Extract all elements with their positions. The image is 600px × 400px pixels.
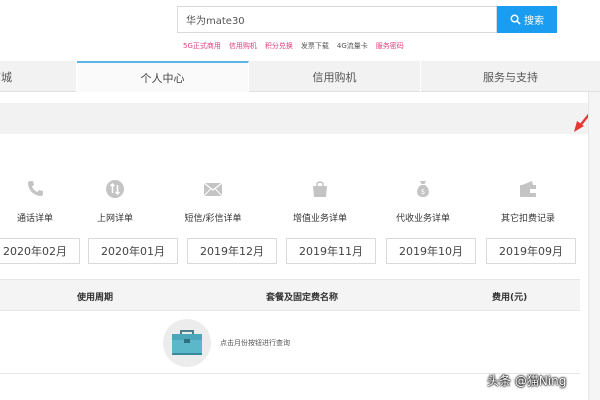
search-icon	[510, 14, 521, 25]
table-header: 使用周期 套餐及固定费名称 费用(元)	[0, 279, 580, 311]
column-header-package-name: 套餐及固定费名称	[266, 293, 339, 303]
wallet-icon	[520, 181, 536, 197]
category-other-charges[interactable]: 其它扣费记录	[483, 178, 573, 225]
nav-tab-label: 信用购机	[312, 70, 357, 84]
month-button-2019-11[interactable]: 2019年11月	[286, 238, 376, 264]
month-label: 2019年11月	[299, 245, 363, 258]
month-label: 2019年09月	[499, 245, 563, 258]
quick-link-points-exchange[interactable]: 积分兑换	[265, 41, 293, 51]
category-label: 上网详单	[96, 214, 133, 224]
category-label: 通话详单	[16, 214, 53, 224]
phone-icon	[28, 181, 43, 196]
svg-text:$: $	[421, 188, 425, 196]
nav-tab-credit-purchase[interactable]: 信用购机	[249, 61, 421, 92]
category-collection-detail[interactable]: $ 代收业务详单	[378, 178, 468, 225]
breadcrumb-bar	[0, 103, 588, 134]
category-call-detail[interactable]: 通话详单	[0, 178, 80, 225]
month-label: 2020年02月	[3, 245, 67, 258]
money-bag-icon: $	[417, 181, 429, 197]
nav-tab-label: 商城	[0, 70, 12, 84]
main-nav: 商城 个人中心 信用购机 服务与支持	[0, 61, 600, 92]
search-button-label: 搜索	[524, 16, 544, 27]
data-transfer-icon	[106, 180, 124, 198]
quick-link-credit-purchase[interactable]: 信用购机	[229, 41, 257, 51]
nav-tab-mall[interactable]: 商城	[0, 61, 77, 92]
month-label: 2020年01月	[101, 245, 165, 258]
search-input[interactable]	[177, 6, 497, 33]
category-value-added-detail[interactable]: 增值业务详单	[275, 178, 365, 225]
quick-link-5g[interactable]: 5G正式商用	[183, 41, 221, 51]
nav-tab-service-support[interactable]: 服务与支持	[421, 61, 600, 92]
toolbox-icon	[163, 319, 211, 367]
quick-link-service-password[interactable]: 服务密码	[376, 41, 404, 51]
search-button[interactable]: 搜索	[497, 6, 557, 33]
empty-state-text: 点击月份按钮进行查询	[220, 339, 290, 347]
watermark: 头条 @猫Ning	[487, 374, 567, 388]
month-button-2020-01[interactable]: 2020年01月	[88, 238, 178, 264]
quick-links: 5G正式商用 信用购机 积分兑换 发票下载 4G流量卡 服务密码	[183, 41, 404, 51]
column-header-fee: 费用(元)	[492, 293, 528, 303]
shopping-bag-icon	[313, 181, 327, 197]
quick-link-invoice-download[interactable]: 发票下载	[301, 41, 329, 51]
category-label: 代收业务详单	[395, 214, 450, 224]
month-button-2020-02[interactable]: 2020年02月	[0, 238, 80, 264]
month-label: 2019年10月	[399, 245, 463, 258]
month-button-2019-12[interactable]: 2019年12月	[187, 238, 277, 264]
envelope-icon	[203, 182, 223, 197]
category-sms-detail[interactable]: 短信/彩信详单	[168, 178, 258, 225]
month-button-2019-09[interactable]: 2019年09月	[486, 238, 576, 264]
nav-tab-label: 服务与支持	[483, 70, 538, 84]
category-label: 短信/彩信详单	[184, 214, 242, 224]
scrollbar[interactable]	[588, 92, 600, 400]
nav-tab-label: 个人中心	[140, 71, 185, 85]
category-label: 其它扣费记录	[500, 214, 555, 224]
month-button-2019-10[interactable]: 2019年10月	[386, 238, 476, 264]
category-label: 增值业务详单	[292, 214, 347, 224]
nav-tab-personal-center[interactable]: 个人中心	[77, 61, 249, 92]
category-data-detail[interactable]: 上网详单	[70, 178, 160, 225]
month-label: 2019年12月	[200, 245, 264, 258]
quick-link-4g-card[interactable]: 4G流量卡	[337, 41, 368, 51]
page: 搜索 5G正式商用 信用购机 积分兑换 发票下载 4G流量卡 服务密码 商城 个…	[0, 0, 600, 400]
column-header-period: 使用周期	[77, 293, 114, 303]
